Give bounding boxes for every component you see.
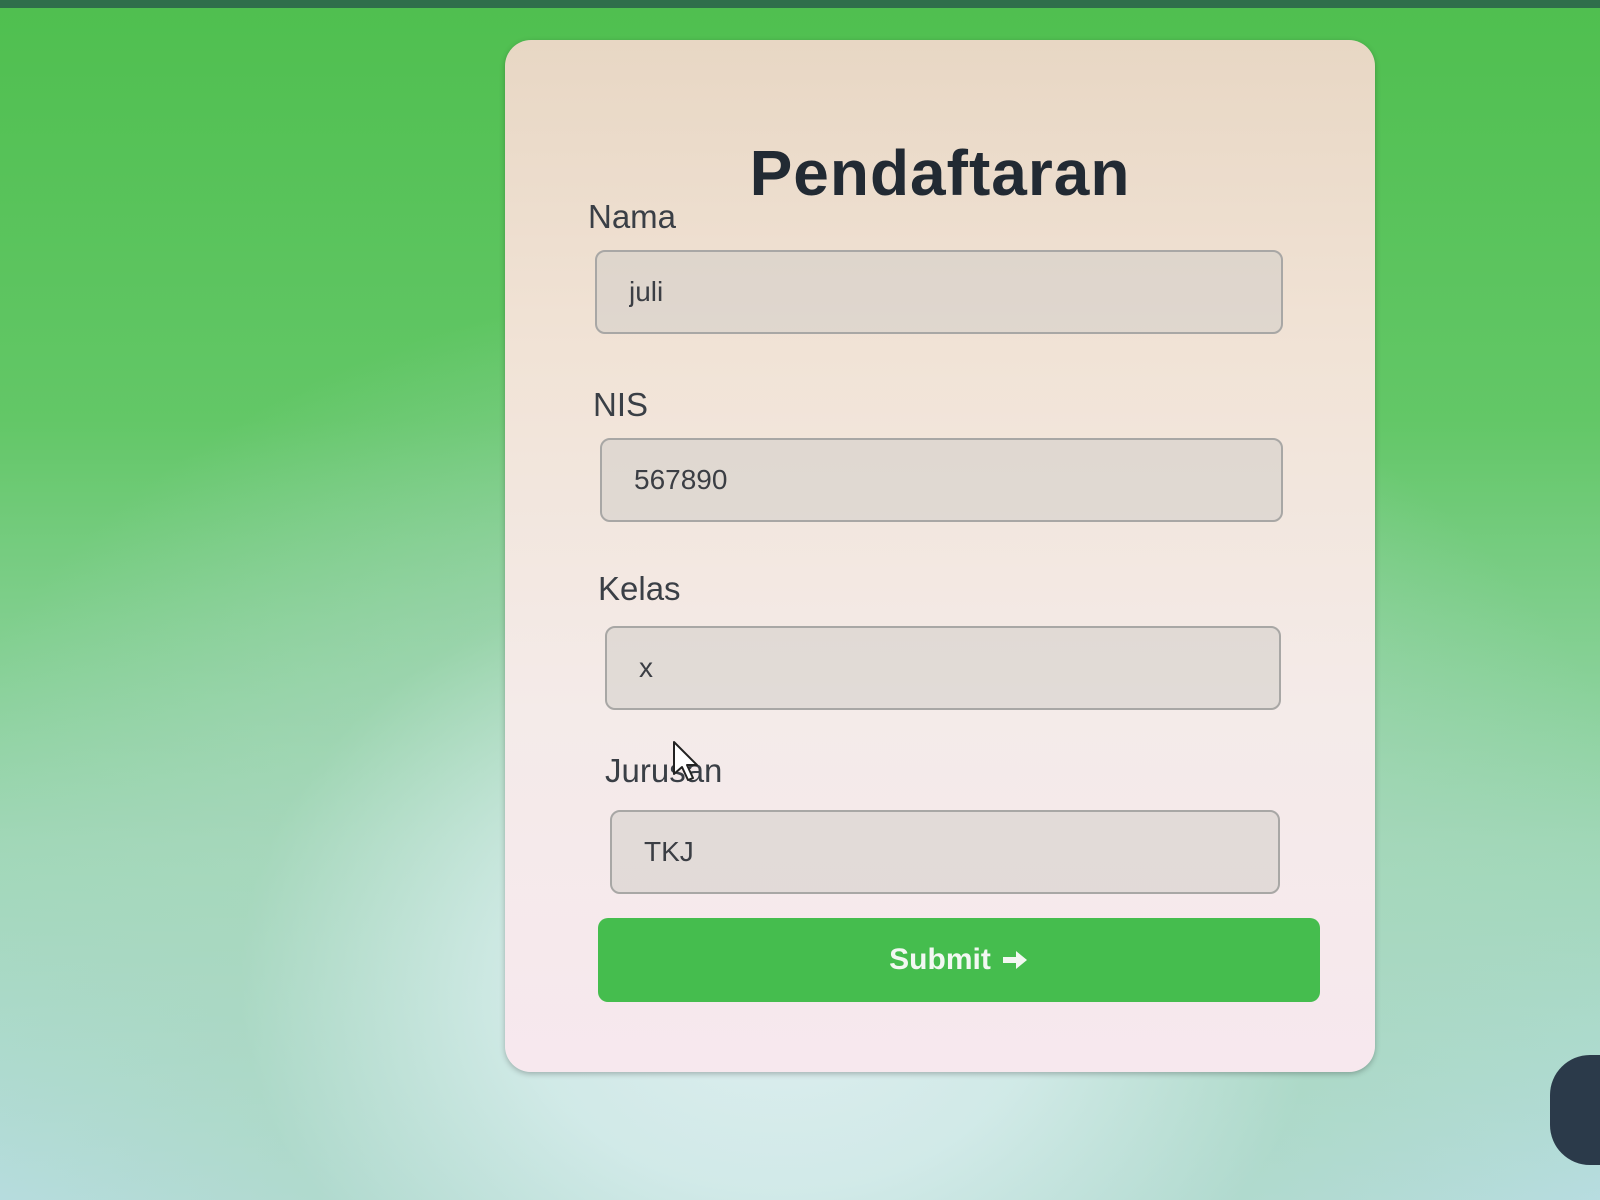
nis-input[interactable] — [600, 438, 1283, 522]
nama-input[interactable] — [595, 250, 1283, 334]
jurusan-input[interactable] — [610, 810, 1280, 894]
dark-corner-shape — [1550, 1055, 1600, 1165]
registration-form-card: Pendaftaran Nama NIS Kelas Jurusan Submi… — [505, 40, 1375, 1072]
submit-label: Submit — [889, 943, 991, 976]
mouse-cursor-icon — [673, 741, 698, 781]
nis-label: NIS — [593, 386, 649, 423]
kelas-input[interactable] — [605, 626, 1281, 710]
kelas-label: Kelas — [598, 570, 681, 607]
jurusan-label: Jurusan — [605, 752, 723, 789]
submit-button[interactable]: Submit — [598, 918, 1320, 1002]
arrow-right-icon — [1002, 951, 1027, 969]
desktop-background: Pendaftaran Nama NIS Kelas Jurusan Submi… — [0, 0, 1600, 1200]
nama-label: Nama — [588, 198, 677, 235]
